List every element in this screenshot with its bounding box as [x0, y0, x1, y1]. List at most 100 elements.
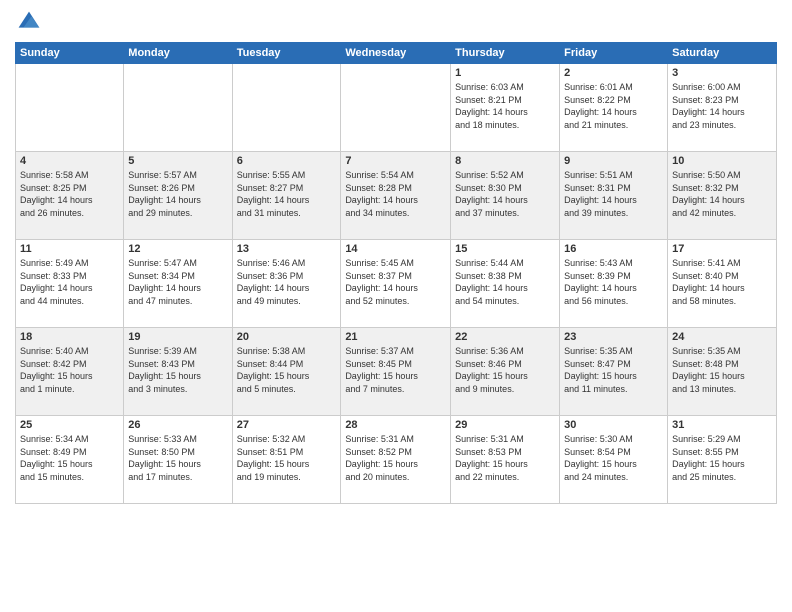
day-info: Sunrise: 5:29 AM Sunset: 8:55 PM Dayligh… [672, 433, 772, 483]
calendar-cell: 23 Sunrise: 5:35 AM Sunset: 8:47 PM Dayli… [560, 328, 668, 416]
day-info: Sunrise: 5:58 AM Sunset: 8:25 PM Dayligh… [20, 169, 119, 219]
day-info: Sunrise: 5:35 AM Sunset: 8:47 PM Dayligh… [564, 345, 663, 395]
day-header-friday: Friday [560, 43, 668, 64]
day-header-saturday: Saturday [668, 43, 777, 64]
day-info: Sunrise: 5:37 AM Sunset: 8:45 PM Dayligh… [345, 345, 446, 395]
day-info: Sunrise: 5:51 AM Sunset: 8:31 PM Dayligh… [564, 169, 663, 219]
day-info: Sunrise: 5:30 AM Sunset: 8:54 PM Dayligh… [564, 433, 663, 483]
day-info: Sunrise: 6:03 AM Sunset: 8:21 PM Dayligh… [455, 81, 555, 131]
day-info: Sunrise: 5:31 AM Sunset: 8:52 PM Dayligh… [345, 433, 446, 483]
calendar-cell: 25Sunrise: 5:34 AM Sunset: 8:49 PM Dayli… [16, 416, 124, 504]
logo-icon [17, 10, 41, 34]
calendar-cell: 29 Sunrise: 5:31 AM Sunset: 8:53 PM Dayli… [451, 416, 560, 504]
calendar-cell [16, 64, 124, 152]
day-info: Sunrise: 5:33 AM Sunset: 8:50 PM Dayligh… [128, 433, 227, 483]
day-number: 21 [345, 331, 446, 343]
day-number: 16 [564, 243, 663, 255]
calendar-cell: 27 Sunrise: 5:32 AM Sunset: 8:51 PM Dayli… [232, 416, 341, 504]
calendar-cell: 1 Sunrise: 6:03 AM Sunset: 8:21 PM Daylig… [451, 64, 560, 152]
calendar-week-3: 18 Sunrise: 5:40 AM Sunset: 8:42 PM Dayli… [16, 328, 777, 416]
day-number: 18 [20, 331, 119, 343]
day-info: Sunrise: 5:34 AM Sunset: 8:49 PM Dayligh… [20, 433, 119, 483]
calendar-week-0: 1 Sunrise: 6:03 AM Sunset: 8:21 PM Daylig… [16, 64, 777, 152]
day-number: 9 [564, 155, 663, 167]
day-info: Sunrise: 5:31 AM Sunset: 8:53 PM Dayligh… [455, 433, 555, 483]
day-number: 12 [128, 243, 227, 255]
day-info: Sunrise: 5:54 AM Sunset: 8:28 PM Dayligh… [345, 169, 446, 219]
day-number: 29 [455, 419, 555, 431]
calendar-cell: 22 Sunrise: 5:36 AM Sunset: 8:46 PM Dayli… [451, 328, 560, 416]
calendar-week-1: 4 Sunrise: 5:58 AM Sunset: 8:25 PM Daylig… [16, 152, 777, 240]
calendar-cell [232, 64, 341, 152]
calendar-cell: 28 Sunrise: 5:31 AM Sunset: 8:52 PM Dayli… [341, 416, 451, 504]
day-header-monday: Monday [124, 43, 232, 64]
calendar-cell: 9 Sunrise: 5:51 AM Sunset: 8:31 PM Daylig… [560, 152, 668, 240]
logo [15, 10, 41, 34]
day-number: 27 [237, 419, 337, 431]
day-number: 20 [237, 331, 337, 343]
day-number: 23 [564, 331, 663, 343]
day-info: Sunrise: 5:45 AM Sunset: 8:37 PM Dayligh… [345, 257, 446, 307]
calendar-cell [124, 64, 232, 152]
calendar-cell: 21 Sunrise: 5:37 AM Sunset: 8:45 PM Dayli… [341, 328, 451, 416]
day-info: Sunrise: 5:47 AM Sunset: 8:34 PM Dayligh… [128, 257, 227, 307]
calendar-cell: 16 Sunrise: 5:43 AM Sunset: 8:39 PM Dayli… [560, 240, 668, 328]
day-info: Sunrise: 5:55 AM Sunset: 8:27 PM Dayligh… [237, 169, 337, 219]
calendar-cell: 3Sunrise: 6:00 AM Sunset: 8:23 PM Daylig… [668, 64, 777, 152]
calendar-cell: 19 Sunrise: 5:39 AM Sunset: 8:43 PM Dayli… [124, 328, 232, 416]
day-number: 17 [672, 243, 772, 255]
day-number: 10 [672, 155, 772, 167]
day-number: 5 [128, 155, 227, 167]
calendar-cell: 8 Sunrise: 5:52 AM Sunset: 8:30 PM Daylig… [451, 152, 560, 240]
day-number: 4 [20, 155, 119, 167]
calendar-cell: 6Sunrise: 5:55 AM Sunset: 8:27 PM Daylig… [232, 152, 341, 240]
page: SundayMondayTuesdayWednesdayThursdayFrid… [0, 0, 792, 612]
day-info: Sunrise: 5:57 AM Sunset: 8:26 PM Dayligh… [128, 169, 227, 219]
day-number: 30 [564, 419, 663, 431]
day-number: 19 [128, 331, 227, 343]
calendar-cell: 10Sunrise: 5:50 AM Sunset: 8:32 PM Dayli… [668, 152, 777, 240]
calendar-week-2: 11 Sunrise: 5:49 AM Sunset: 8:33 PM Dayli… [16, 240, 777, 328]
day-number: 31 [672, 419, 772, 431]
day-number: 26 [128, 419, 227, 431]
calendar-cell: 31 Sunrise: 5:29 AM Sunset: 8:55 PM Dayli… [668, 416, 777, 504]
calendar-cell: 30 Sunrise: 5:30 AM Sunset: 8:54 PM Dayli… [560, 416, 668, 504]
calendar-cell: 12 Sunrise: 5:47 AM Sunset: 8:34 PM Dayli… [124, 240, 232, 328]
day-number: 22 [455, 331, 555, 343]
day-info: Sunrise: 5:44 AM Sunset: 8:38 PM Dayligh… [455, 257, 555, 307]
calendar-cell: 4 Sunrise: 5:58 AM Sunset: 8:25 PM Daylig… [16, 152, 124, 240]
calendar-cell: 17 Sunrise: 5:41 AM Sunset: 8:40 PM Dayli… [668, 240, 777, 328]
day-number: 11 [20, 243, 119, 255]
calendar-cell: 15 Sunrise: 5:44 AM Sunset: 8:38 PM Dayli… [451, 240, 560, 328]
day-number: 8 [455, 155, 555, 167]
day-header-sunday: Sunday [16, 43, 124, 64]
day-number: 2 [564, 67, 663, 79]
day-info: Sunrise: 5:32 AM Sunset: 8:51 PM Dayligh… [237, 433, 337, 483]
day-info: Sunrise: 5:40 AM Sunset: 8:42 PM Dayligh… [20, 345, 119, 395]
day-info: Sunrise: 5:35 AM Sunset: 8:48 PM Dayligh… [672, 345, 772, 395]
day-info: Sunrise: 5:46 AM Sunset: 8:36 PM Dayligh… [237, 257, 337, 307]
calendar-cell: 26 Sunrise: 5:33 AM Sunset: 8:50 PM Dayli… [124, 416, 232, 504]
day-info: Sunrise: 5:39 AM Sunset: 8:43 PM Dayligh… [128, 345, 227, 395]
calendar-table: SundayMondayTuesdayWednesdayThursdayFrid… [15, 42, 777, 504]
day-info: Sunrise: 5:49 AM Sunset: 8:33 PM Dayligh… [20, 257, 119, 307]
calendar-cell: 18 Sunrise: 5:40 AM Sunset: 8:42 PM Dayli… [16, 328, 124, 416]
day-info: Sunrise: 6:01 AM Sunset: 8:22 PM Dayligh… [564, 81, 663, 131]
day-number: 1 [455, 67, 555, 79]
day-header-wednesday: Wednesday [341, 43, 451, 64]
day-number: 28 [345, 419, 446, 431]
calendar-cell: 14Sunrise: 5:45 AM Sunset: 8:37 PM Dayli… [341, 240, 451, 328]
day-number: 15 [455, 243, 555, 255]
header [15, 10, 777, 34]
calendar-cell: 20Sunrise: 5:38 AM Sunset: 8:44 PM Dayli… [232, 328, 341, 416]
day-info: Sunrise: 5:43 AM Sunset: 8:39 PM Dayligh… [564, 257, 663, 307]
calendar-cell: 24Sunrise: 5:35 AM Sunset: 8:48 PM Dayli… [668, 328, 777, 416]
day-number: 7 [345, 155, 446, 167]
day-info: Sunrise: 5:41 AM Sunset: 8:40 PM Dayligh… [672, 257, 772, 307]
calendar-week-4: 25Sunrise: 5:34 AM Sunset: 8:49 PM Dayli… [16, 416, 777, 504]
day-info: Sunrise: 6:00 AM Sunset: 8:23 PM Dayligh… [672, 81, 772, 131]
day-number: 13 [237, 243, 337, 255]
day-info: Sunrise: 5:36 AM Sunset: 8:46 PM Dayligh… [455, 345, 555, 395]
calendar-cell: 2 Sunrise: 6:01 AM Sunset: 8:22 PM Daylig… [560, 64, 668, 152]
day-info: Sunrise: 5:52 AM Sunset: 8:30 PM Dayligh… [455, 169, 555, 219]
